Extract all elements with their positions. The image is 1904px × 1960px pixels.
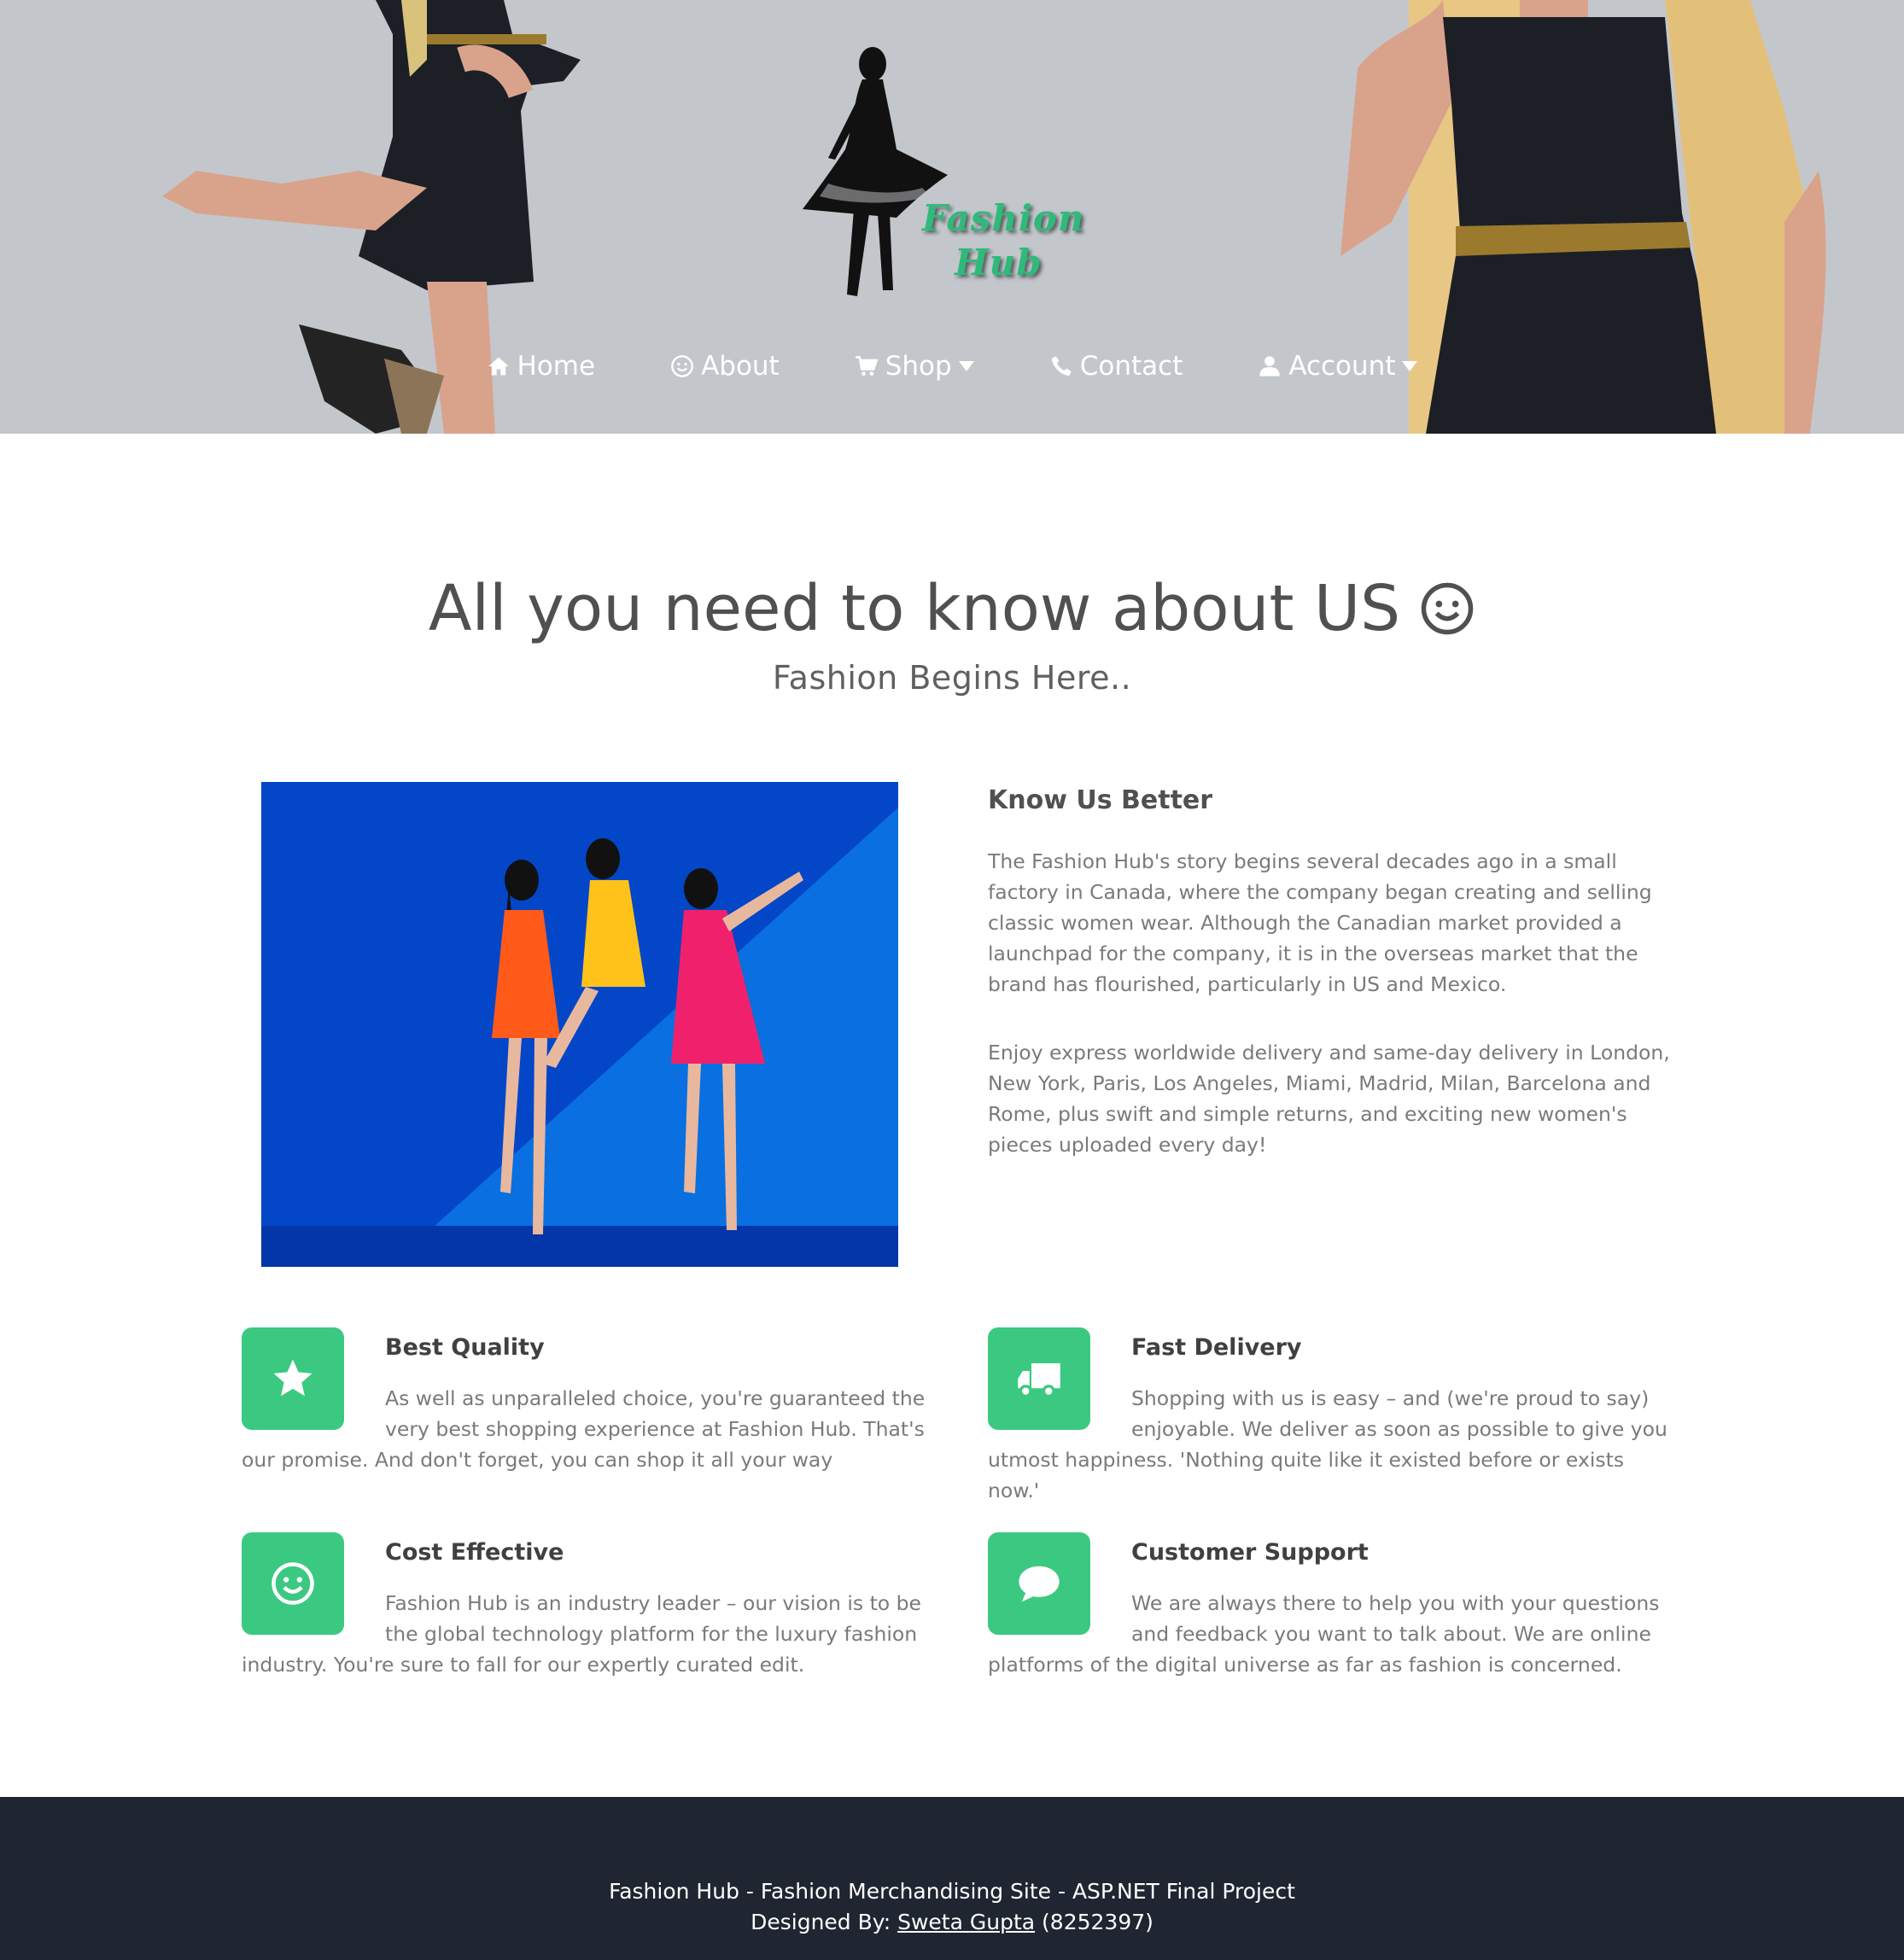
feature-title: Best Quality	[385, 1334, 545, 1361]
shopping-cart-icon	[855, 356, 879, 376]
footer-author-link[interactable]: Sweta Gupta	[897, 1910, 1035, 1934]
logo-text-fashion: Fashion	[922, 197, 1085, 239]
star-icon	[273, 1359, 312, 1397]
caret-down-icon	[958, 361, 974, 371]
feature-text: Fashion Hub is an industry leader – our …	[242, 1591, 922, 1677]
feature-text: As well as unparalleled choice, you're g…	[242, 1386, 926, 1472]
truck-icon	[1018, 1363, 1060, 1398]
feature-text: Shopping with us is easy – and (we're pr…	[988, 1386, 1667, 1502]
feature-badge	[988, 1327, 1090, 1430]
nav-shop-label: Shop	[885, 351, 952, 382]
feature-badge	[988, 1532, 1090, 1635]
feature-customer-support: Customer Support We are always there to …	[988, 1532, 1679, 1680]
smile-icon	[671, 355, 693, 377]
feature-title: Cost Effective	[385, 1539, 564, 1566]
nav-home-label: Home	[517, 351, 596, 382]
fashion-silhouette-icon	[803, 47, 948, 296]
feature-badge	[242, 1327, 344, 1430]
page-subtitle: Fashion Begins Here..	[772, 659, 1132, 697]
feature-badge	[242, 1532, 344, 1635]
footer-designed-by: Designed By:	[751, 1910, 891, 1934]
user-icon	[1259, 356, 1280, 376]
smile-icon	[1421, 582, 1474, 635]
nav-shop-dropdown[interactable]: Shop	[855, 346, 974, 387]
fashion-hub-logo[interactable]: Fashion Hub	[794, 47, 1110, 312]
caret-down-icon	[1402, 361, 1418, 371]
nav-account-label: Account	[1288, 351, 1396, 382]
home-icon	[488, 357, 509, 376]
site-header: Fashion Hub Home About Shop Contact Acco…	[0, 0, 1904, 434]
about-group-photo	[261, 782, 898, 1267]
feature-title: Customer Support	[1131, 1539, 1369, 1566]
chat-bubble-icon	[1019, 1566, 1060, 1602]
know-us-paragraph-1: The Fashion Hub's story begins several d…	[988, 849, 1652, 996]
know-us-section: Know Us Better The Fashion Hub's story b…	[988, 785, 1671, 1198]
nav-contact[interactable]: Contact	[1049, 346, 1183, 387]
feature-fast-delivery: Fast Delivery Shopping with us is easy –…	[988, 1327, 1679, 1506]
nav-account-dropdown[interactable]: Account	[1258, 346, 1418, 387]
nav-home[interactable]: Home	[487, 346, 596, 387]
feature-best-quality: Best Quality As well as unparalleled cho…	[242, 1327, 933, 1475]
page-title: All you need to know about US	[0, 572, 1904, 645]
nav-contact-label: Contact	[1079, 351, 1183, 382]
footer-author-id: (8252397)	[1042, 1910, 1153, 1934]
know-us-heading: Know Us Better	[988, 785, 1213, 815]
site-footer: Fashion Hub - Fashion Merchandising Site…	[0, 1797, 1904, 1960]
feature-title: Fast Delivery	[1131, 1334, 1302, 1361]
main-nav: Home About Shop Contact Account	[0, 346, 1904, 387]
footer-credit-line: Designed By: Sweta Gupta (8252397)	[0, 1910, 1904, 1934]
feature-cost-effective: Cost Effective Fashion Hub is an industr…	[242, 1532, 933, 1680]
page-title-text: All you need to know about US	[428, 572, 1401, 645]
nav-about[interactable]: About	[670, 346, 780, 387]
logo-text-hub: Hub	[955, 242, 1043, 283]
feature-text: We are always there to help you with you…	[988, 1591, 1660, 1677]
phone-icon	[1051, 356, 1072, 376]
nav-about-label: About	[701, 351, 780, 382]
know-us-paragraph-2: Enjoy express worldwide delivery and sam…	[988, 1041, 1670, 1157]
footer-project-line: Fashion Hub - Fashion Merchandising Site…	[609, 1879, 1295, 1904]
smile-icon	[272, 1562, 314, 1605]
